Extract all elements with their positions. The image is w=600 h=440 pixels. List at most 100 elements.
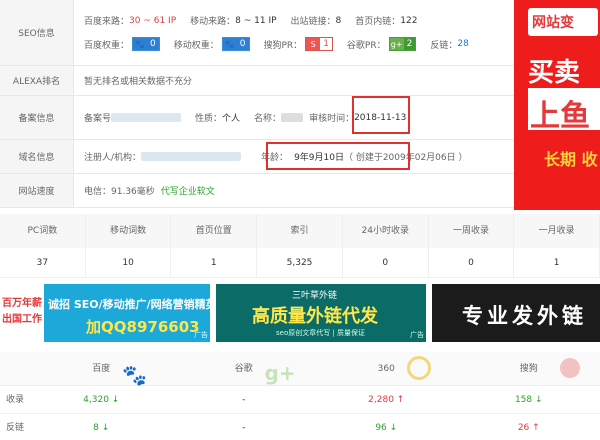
beian-row: 备案信息 备案号 性质： 个人 名称： 审核时间： 2018-11-13 bbox=[0, 96, 514, 140]
beian-id-redacted bbox=[111, 113, 182, 122]
banner-strip: 百万年薪 出国工作 诚招 SEO/移动推广/网络营销精英 加QQ8976603 … bbox=[0, 284, 600, 342]
arrow-down-icon: ↓ bbox=[389, 423, 398, 433]
out-links-label: 出站链接： bbox=[290, 17, 336, 27]
stats-header-3: 索引 bbox=[257, 214, 343, 248]
baidu-index-value[interactable]: 4,320 bbox=[83, 395, 109, 405]
home-links-label: 首页内链： bbox=[355, 17, 401, 27]
ad-line3: 上鱼 bbox=[530, 99, 590, 134]
google-pr-value: 2 bbox=[403, 38, 416, 50]
mobile-paw-icon: 🐾 bbox=[222, 38, 237, 50]
sogou-pr-badge[interactable]: S 1 bbox=[305, 37, 333, 51]
baidu-source-value[interactable]: 30 ~ 61 IP bbox=[129, 16, 176, 26]
alexa-row: ALEXA排名 暂无排名或相关数据不充分 bbox=[0, 66, 514, 96]
highlight-audit-time bbox=[352, 96, 410, 134]
stats-value-5: 0 bbox=[428, 248, 515, 278]
baidu-backlinks-value[interactable]: 8 bbox=[93, 423, 99, 433]
seo-label: SEO信息 bbox=[0, 0, 74, 65]
home-links-value: 122 bbox=[400, 15, 418, 26]
domain-label: 域名信息 bbox=[0, 140, 74, 173]
mobile-source-value: 8 ~ 11 IP bbox=[235, 15, 277, 26]
stats-header-6: 一月收录 bbox=[514, 214, 600, 248]
360-index: 2,280 ↑ bbox=[315, 386, 458, 413]
sogou-index-value[interactable]: 158 bbox=[515, 395, 532, 405]
stats-header-1: 移动词数 bbox=[85, 214, 172, 248]
mobile-weight-badge[interactable]: 🐾 0 bbox=[221, 37, 250, 51]
baidu-backlinks: 8 ↓ bbox=[30, 414, 173, 440]
engine-baidu-name: 百度 bbox=[92, 364, 111, 374]
stats-header-4: 24小时收录 bbox=[342, 214, 429, 248]
paw-icon: 🐾 bbox=[133, 38, 148, 50]
alexa-value: 暂无排名或相关数据不充分 bbox=[84, 77, 193, 87]
engine-google-name: 谷歌 bbox=[234, 364, 253, 374]
banner1-left2: 出国工作 bbox=[2, 314, 42, 325]
stats-table: PC词数 移动词数 首页位置 索引 24小时收录 一周收录 一月收录 37 10 1 5,325 0… bbox=[0, 214, 600, 278]
beian-label: 备案信息 bbox=[0, 96, 74, 139]
right-ad-banner[interactable]: 网站变 买卖网 上鱼 长期 收 bbox=[514, 0, 600, 210]
google-index: - bbox=[173, 386, 316, 413]
ad-link[interactable]: 代写企业软文 bbox=[161, 184, 215, 197]
arrow-down-icon: ↓ bbox=[101, 423, 110, 433]
speed-row: 网站速度 电信：91.36毫秒 代写企业软文 bbox=[0, 174, 514, 208]
sogou-index: 158 ↓ bbox=[458, 386, 600, 413]
sogou-pr-label: 搜狗PR： bbox=[263, 40, 303, 51]
banner2-sub: seo原创文章代写 | 质量保证 bbox=[276, 329, 366, 337]
owner-label: 注册人/机构： bbox=[84, 153, 142, 163]
baidu-weight-label: 百度权重： bbox=[84, 40, 130, 51]
stats-value-4: 0 bbox=[342, 248, 429, 278]
baidu-weight-value: 0 bbox=[147, 38, 159, 50]
site-info-table: SEO信息 百度来路： 30 ~ 61 IP 移动来路： 8 ~ 11 IP 出… bbox=[0, 0, 514, 208]
google-pr-label: 谷歌PR： bbox=[346, 40, 386, 51]
google-pr-badge[interactable]: g+ 2 bbox=[388, 37, 417, 51]
mobile-weight-label: 移动权重： bbox=[173, 40, 219, 51]
mobile-source-label: 移动来路： bbox=[190, 17, 236, 27]
engine-google-header: 谷歌 g+ bbox=[173, 352, 316, 385]
google-backlinks-value: - bbox=[242, 423, 246, 433]
baidu-weight-badge[interactable]: 🐾 0 bbox=[132, 37, 160, 51]
row1-label: 收录 bbox=[5, 395, 24, 405]
domain-row: 域名信息 注册人/机构： 年龄： 9年9月10日 （ 创建于2009年02月06… bbox=[0, 140, 514, 174]
banner2-top: 三叶草外链 bbox=[292, 291, 338, 301]
google-backlinks: - bbox=[173, 414, 316, 440]
name-label: 名称： bbox=[254, 114, 282, 124]
stats-header-5: 一周收录 bbox=[428, 214, 515, 248]
360-backlinks-value[interactable]: 96 bbox=[375, 423, 386, 433]
sogou-backlinks: 26 ↑ bbox=[458, 414, 600, 440]
backlinks-value[interactable]: 28 bbox=[457, 39, 468, 49]
banner-seo-recruit[interactable]: 百万年薪 出国工作 诚招 SEO/移动推广/网络营销精英 加QQ8976603 … bbox=[0, 284, 210, 342]
engine-360-header: 360 bbox=[315, 352, 458, 385]
engine-360-name: 360 bbox=[377, 364, 395, 374]
google-plus-icon: g+ bbox=[389, 38, 404, 50]
seo-row: SEO信息 百度来路： 30 ~ 61 IP 移动来路： 8 ~ 11 IP 出… bbox=[0, 0, 514, 66]
sogou-backlinks-value[interactable]: 26 bbox=[518, 423, 529, 433]
360-index-value[interactable]: 2,280 bbox=[368, 395, 394, 405]
baidu-source-label: 百度来路： bbox=[84, 17, 130, 27]
arrow-up-icon: ↑ bbox=[532, 423, 540, 433]
stats-header-2: 首页位置 bbox=[171, 214, 258, 248]
banner1-qq: 加QQ8976603 bbox=[86, 318, 200, 336]
stats-value-6: 1 bbox=[514, 248, 600, 278]
banner1-left: 百万年薪 bbox=[2, 298, 42, 309]
banner-backlinks[interactable]: 三叶草外链 高质量外链代发 seo原创文章代写 | 质量保证 广告 bbox=[216, 284, 426, 342]
engine-sogou-name: 搜狗 bbox=[519, 364, 538, 374]
banner1-ad-tag: 广告 bbox=[194, 331, 208, 339]
stats-value-1: 10 bbox=[85, 248, 172, 278]
ad-line4: 长期 收 bbox=[544, 150, 598, 169]
speed-label: 网站速度 bbox=[0, 174, 74, 207]
banner2-ad-tag: 广告 bbox=[410, 331, 424, 339]
sogou-icon bbox=[559, 358, 580, 378]
audit-time-label: 审核时间： bbox=[309, 114, 355, 124]
arrow-down-icon: ↓ bbox=[535, 395, 543, 405]
backlinks-label: 反链： bbox=[430, 40, 458, 51]
banner1-main: 诚招 SEO/移动推广/网络营销精英 bbox=[48, 298, 210, 311]
stats-value-2: 1 bbox=[171, 248, 258, 278]
stats-value-0: 37 bbox=[0, 248, 86, 278]
google-plus-icon: g+ bbox=[264, 361, 296, 385]
speed-value: 电信：91.36毫秒 bbox=[84, 187, 155, 197]
owner-redacted bbox=[141, 152, 242, 161]
name-redacted bbox=[281, 113, 304, 122]
engine-table: 百度 🐾 谷歌 g+ 360 搜狗 收录 4,320 ↓ - 2,280 ↑ 1… bbox=[0, 352, 600, 440]
nature-label: 性质： bbox=[195, 114, 223, 124]
ad-line1: 网站变 bbox=[532, 15, 574, 31]
banner-pro-links[interactable]: 专业发外链 bbox=[432, 284, 600, 342]
row2-label: 反链 bbox=[5, 423, 24, 433]
